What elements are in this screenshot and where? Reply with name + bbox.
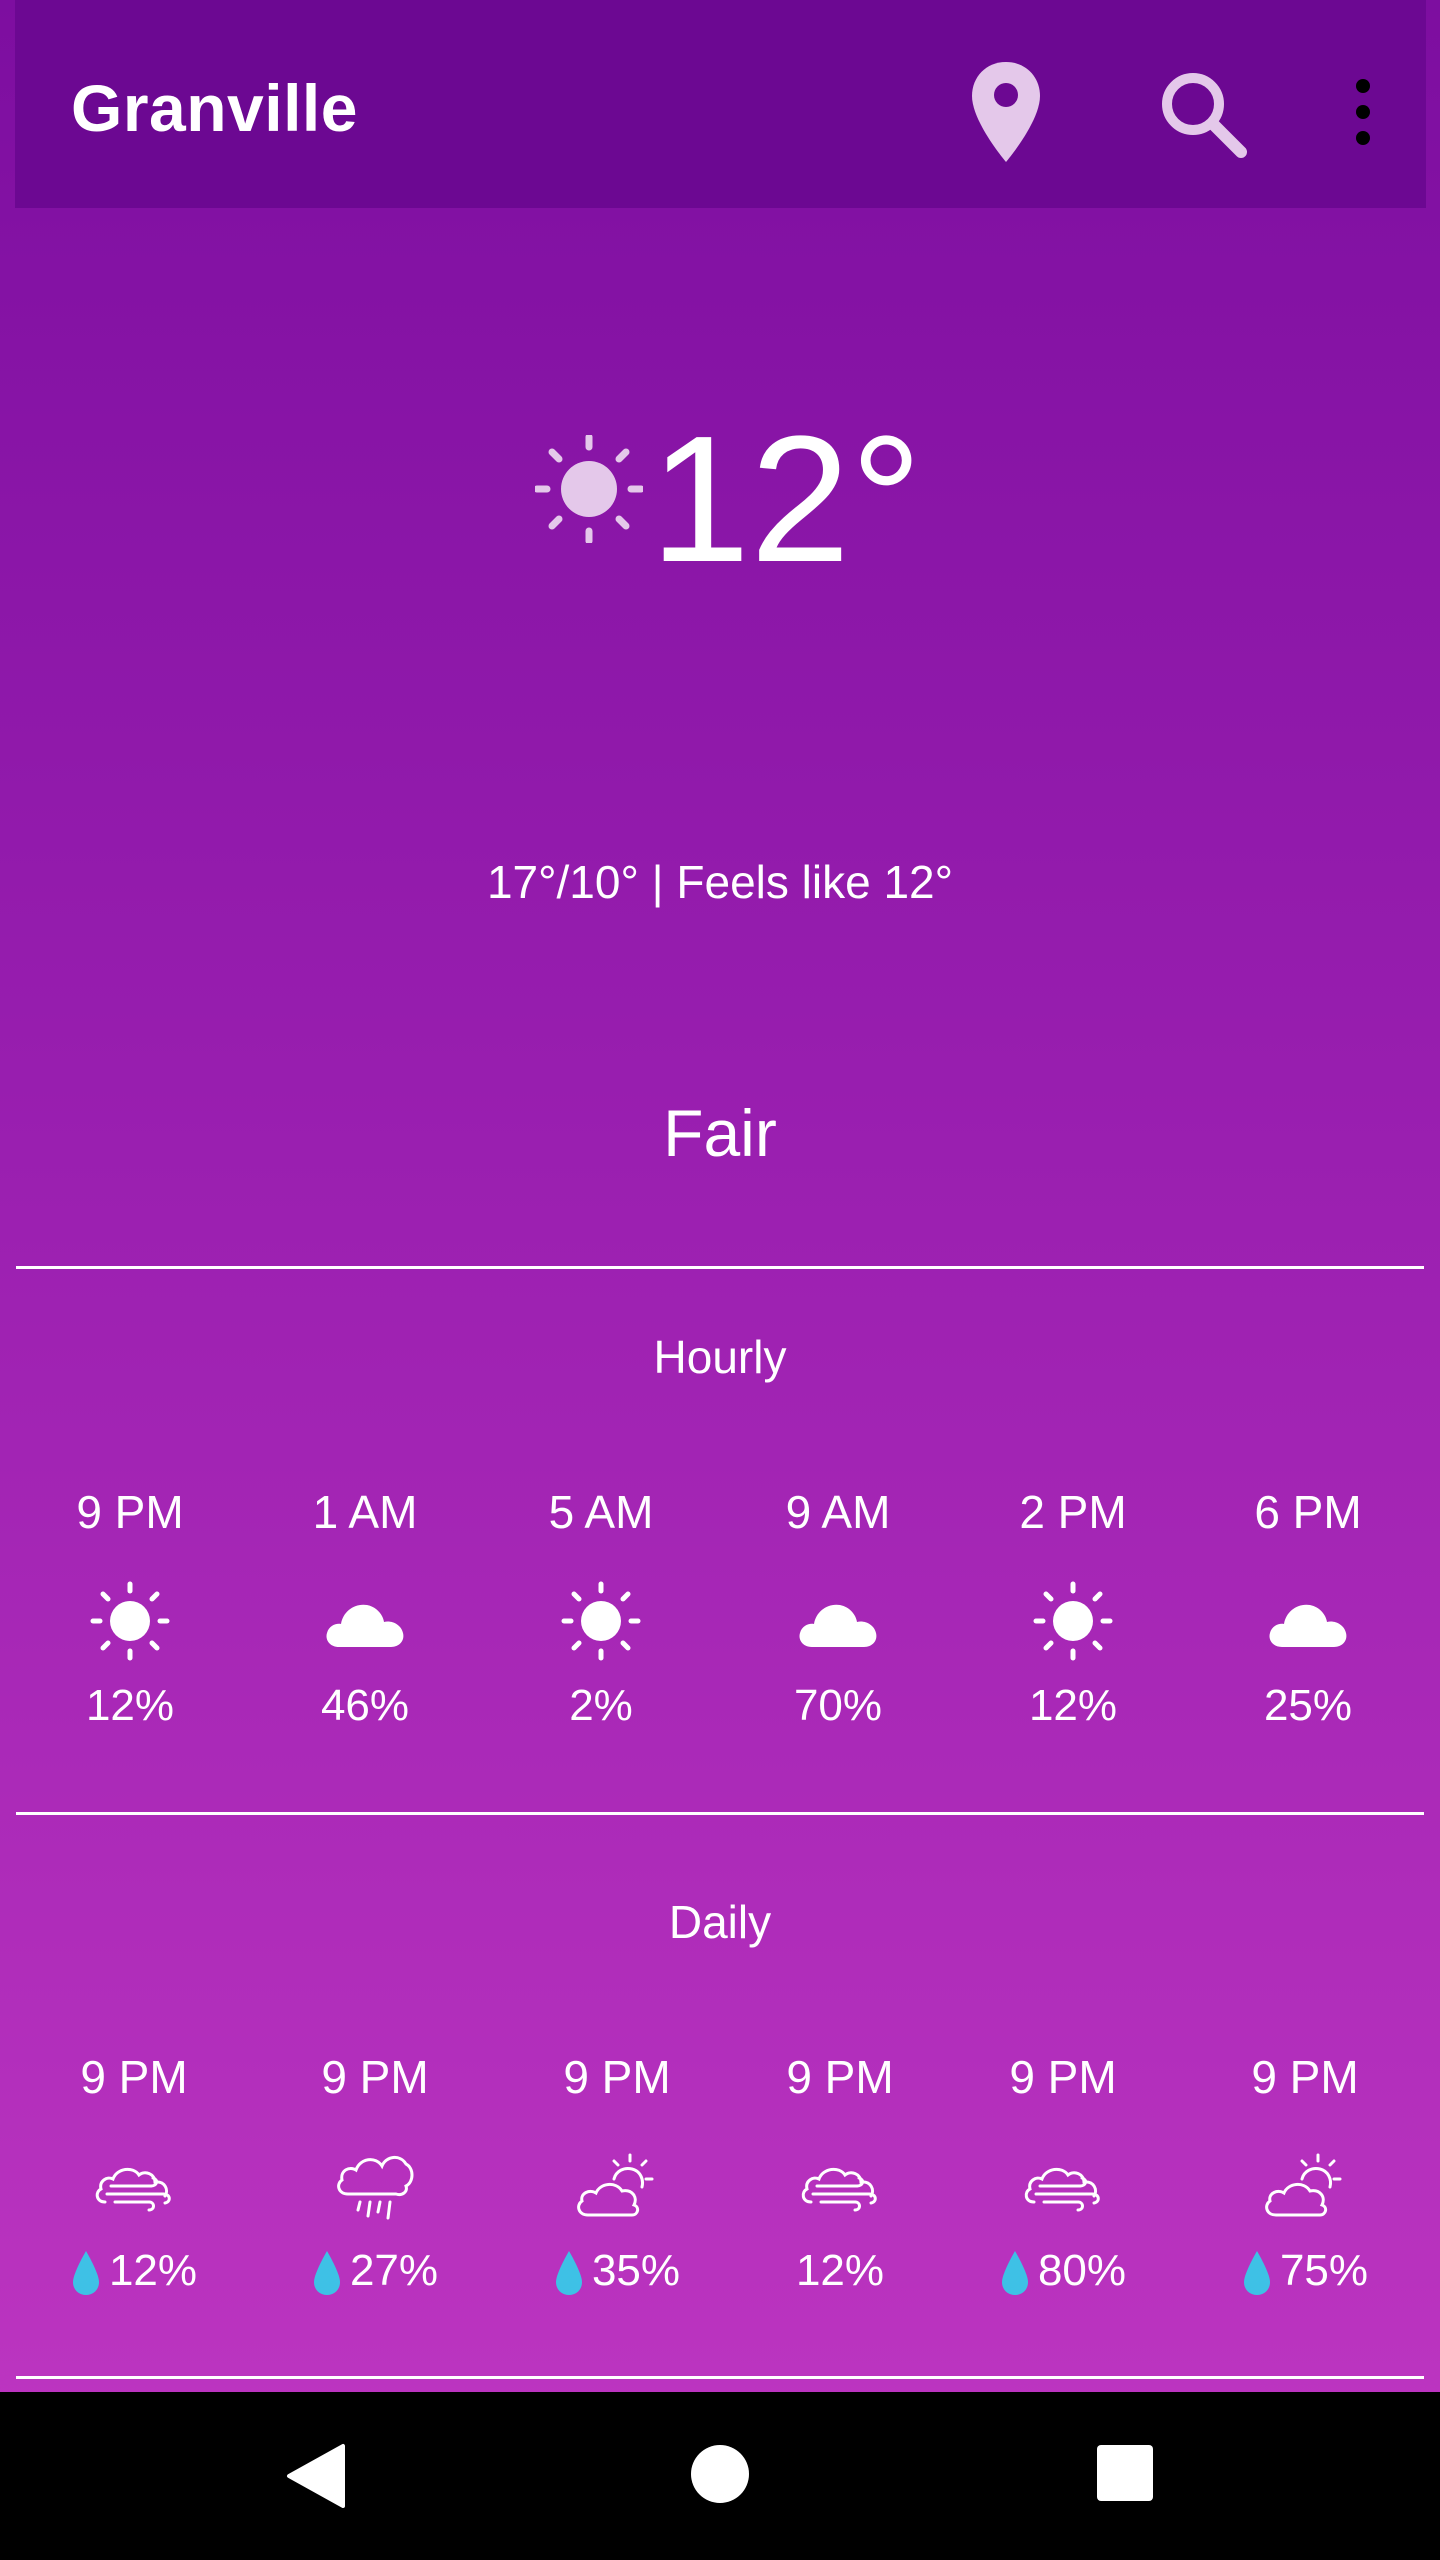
divider (16, 1266, 1424, 1269)
daily-item: 9 PM 12% (34, 2050, 234, 2297)
hourly-percent: 12% (30, 1681, 230, 1731)
hourly-percent: 25% (1208, 1681, 1408, 1731)
daily-item: 9 PM 27% (275, 2050, 475, 2297)
hourly-time: 9 PM (76, 1486, 184, 1538)
hourly-percent: 46% (265, 1681, 465, 1731)
daily-percent: 12% (34, 2246, 234, 2297)
raindrop-icon (72, 2251, 99, 2296)
raindrop-icon (555, 2251, 582, 2296)
daily-time: 9 PM (80, 2051, 188, 2103)
partly-cloudy-icon (1205, 2136, 1405, 2236)
hourly-percent: 70% (738, 1681, 938, 1731)
daily-time: 9 PM (563, 2051, 671, 2103)
hourly-item: 6 PM 25% (1208, 1485, 1408, 1731)
daily-percent-value: 12% (795, 2246, 885, 2295)
daily-percent: 80% (963, 2246, 1163, 2297)
hourly-time: 1 AM (312, 1486, 418, 1538)
hourly-percent-value: 70% (793, 1681, 883, 1730)
hourly-percent-value: 12% (1028, 1681, 1118, 1730)
daily-time: 9 PM (321, 2051, 429, 2103)
hourly-time: 2 PM (1019, 1486, 1127, 1538)
wind-icon (963, 2136, 1163, 2236)
hourly-title: Hourly (653, 1331, 787, 1383)
hourly-item: 2 PM 12% (973, 1485, 1173, 1731)
current-conditions: 12° (0, 400, 1440, 600)
daily-percent: 35% (517, 2246, 717, 2297)
hourly-percent-value: 46% (320, 1681, 410, 1730)
search-icon[interactable] (1157, 68, 1247, 158)
wind-icon (740, 2136, 940, 2236)
sun-icon (535, 435, 643, 543)
daily-time: 9 PM (786, 2051, 894, 2103)
daily-percent-value: 27% (349, 2246, 439, 2295)
daily-percent: 75% (1205, 2246, 1405, 2297)
daily-percent-value: 75% (1279, 2246, 1369, 2295)
raindrop-icon (1001, 2251, 1028, 2296)
cloud-icon (265, 1571, 465, 1671)
hourly-percent: 2% (501, 1681, 701, 1731)
cloud-icon (738, 1571, 938, 1671)
daily-percent-value: 12% (108, 2246, 198, 2295)
divider (16, 1812, 1424, 1815)
wind-icon (34, 2136, 234, 2236)
hourly-percent: 12% (973, 1681, 1173, 1731)
hourly-time: 6 PM (1254, 1486, 1362, 1538)
hourly-time: 9 AM (785, 1486, 891, 1538)
daily-percent: 27% (275, 2246, 475, 2297)
hourly-item: 9 PM 12% (30, 1485, 230, 1731)
raindrop-icon (1243, 2251, 1270, 2296)
system-nav-bar (0, 2392, 1440, 2560)
daily-time: 9 PM (1251, 2051, 1359, 2103)
daily-percent-value: 35% (591, 2246, 681, 2295)
divider (16, 2376, 1424, 2379)
high-low-feels-like: 17°/10° | Feels like 12° (486, 856, 954, 908)
rain-cloud-icon (275, 2136, 475, 2236)
daily-item: 9 PM 12% (740, 2050, 940, 2296)
cloud-icon (1208, 1571, 1408, 1671)
hourly-item: 9 AM 70% (738, 1485, 938, 1731)
condition-label: Fair (663, 1096, 777, 1170)
daily-item: 9 PM 35% (517, 2050, 717, 2297)
location-title: Granville (71, 71, 358, 145)
daily-percent: 12% (740, 2246, 940, 2296)
daily-item: 9 PM 75% (1205, 2050, 1405, 2297)
recents-icon[interactable] (1097, 2445, 1153, 2501)
location-pin-icon[interactable] (970, 60, 1042, 164)
current-temperature: 12° (650, 399, 923, 600)
back-icon[interactable] (285, 2442, 345, 2510)
sun-icon (501, 1571, 701, 1671)
hourly-percent-value: 12% (85, 1681, 175, 1730)
hourly-time: 5 AM (548, 1486, 654, 1538)
daily-time: 9 PM (1009, 2051, 1117, 2103)
sun-icon (30, 1571, 230, 1671)
daily-percent-value: 80% (1037, 2246, 1127, 2295)
partly-cloudy-icon (517, 2136, 717, 2236)
hourly-item: 1 AM 46% (265, 1485, 465, 1731)
daily-item: 9 PM 80% (963, 2050, 1163, 2297)
daily-title: Daily (668, 1896, 772, 1948)
more-vert-icon[interactable] (1345, 76, 1381, 148)
raindrop-icon (313, 2251, 340, 2296)
hourly-item: 5 AM 2% (501, 1485, 701, 1731)
hourly-percent-value: 25% (1263, 1681, 1353, 1730)
sun-icon (973, 1571, 1173, 1671)
home-icon[interactable] (691, 2445, 749, 2503)
hourly-percent-value: 2% (569, 1681, 633, 1730)
app-bar: Granville (15, 0, 1426, 208)
